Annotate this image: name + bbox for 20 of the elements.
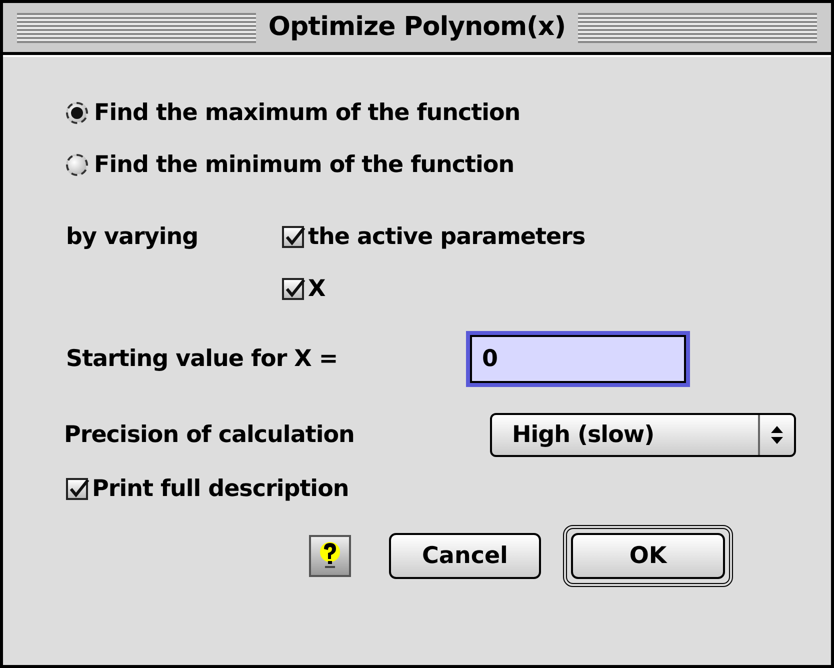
vary-label: by varying	[66, 223, 200, 252]
window-title: Optimize Polynom(x)	[267, 11, 567, 44]
cancel-button[interactable]: Cancel	[389, 533, 541, 579]
radio-label[interactable]: Find the minimum of the function	[94, 148, 514, 182]
radio-label[interactable]: Find the maximum of the function	[94, 96, 520, 130]
precision-label: Precision of calculation	[64, 420, 356, 450]
checkbox[interactable]	[282, 278, 304, 300]
precision-dropdown[interactable]: High (slow)	[490, 413, 796, 457]
checkbox[interactable]	[282, 226, 304, 248]
start-label: Starting value for X =	[66, 344, 339, 374]
input-field[interactable]: 0	[466, 331, 690, 387]
ok-button[interactable]: OK	[563, 525, 733, 587]
help-button[interactable]	[309, 535, 351, 577]
checkbox-label[interactable]: the active parameters	[308, 220, 586, 254]
checkbox[interactable]	[66, 478, 88, 500]
checkbox-label[interactable]: Print full description	[92, 472, 349, 506]
radio-button[interactable]	[66, 154, 88, 176]
checkbox-label[interactable]: X	[308, 272, 326, 306]
updown-arrows-icon	[770, 425, 784, 445]
radio-button[interactable]	[66, 102, 88, 124]
